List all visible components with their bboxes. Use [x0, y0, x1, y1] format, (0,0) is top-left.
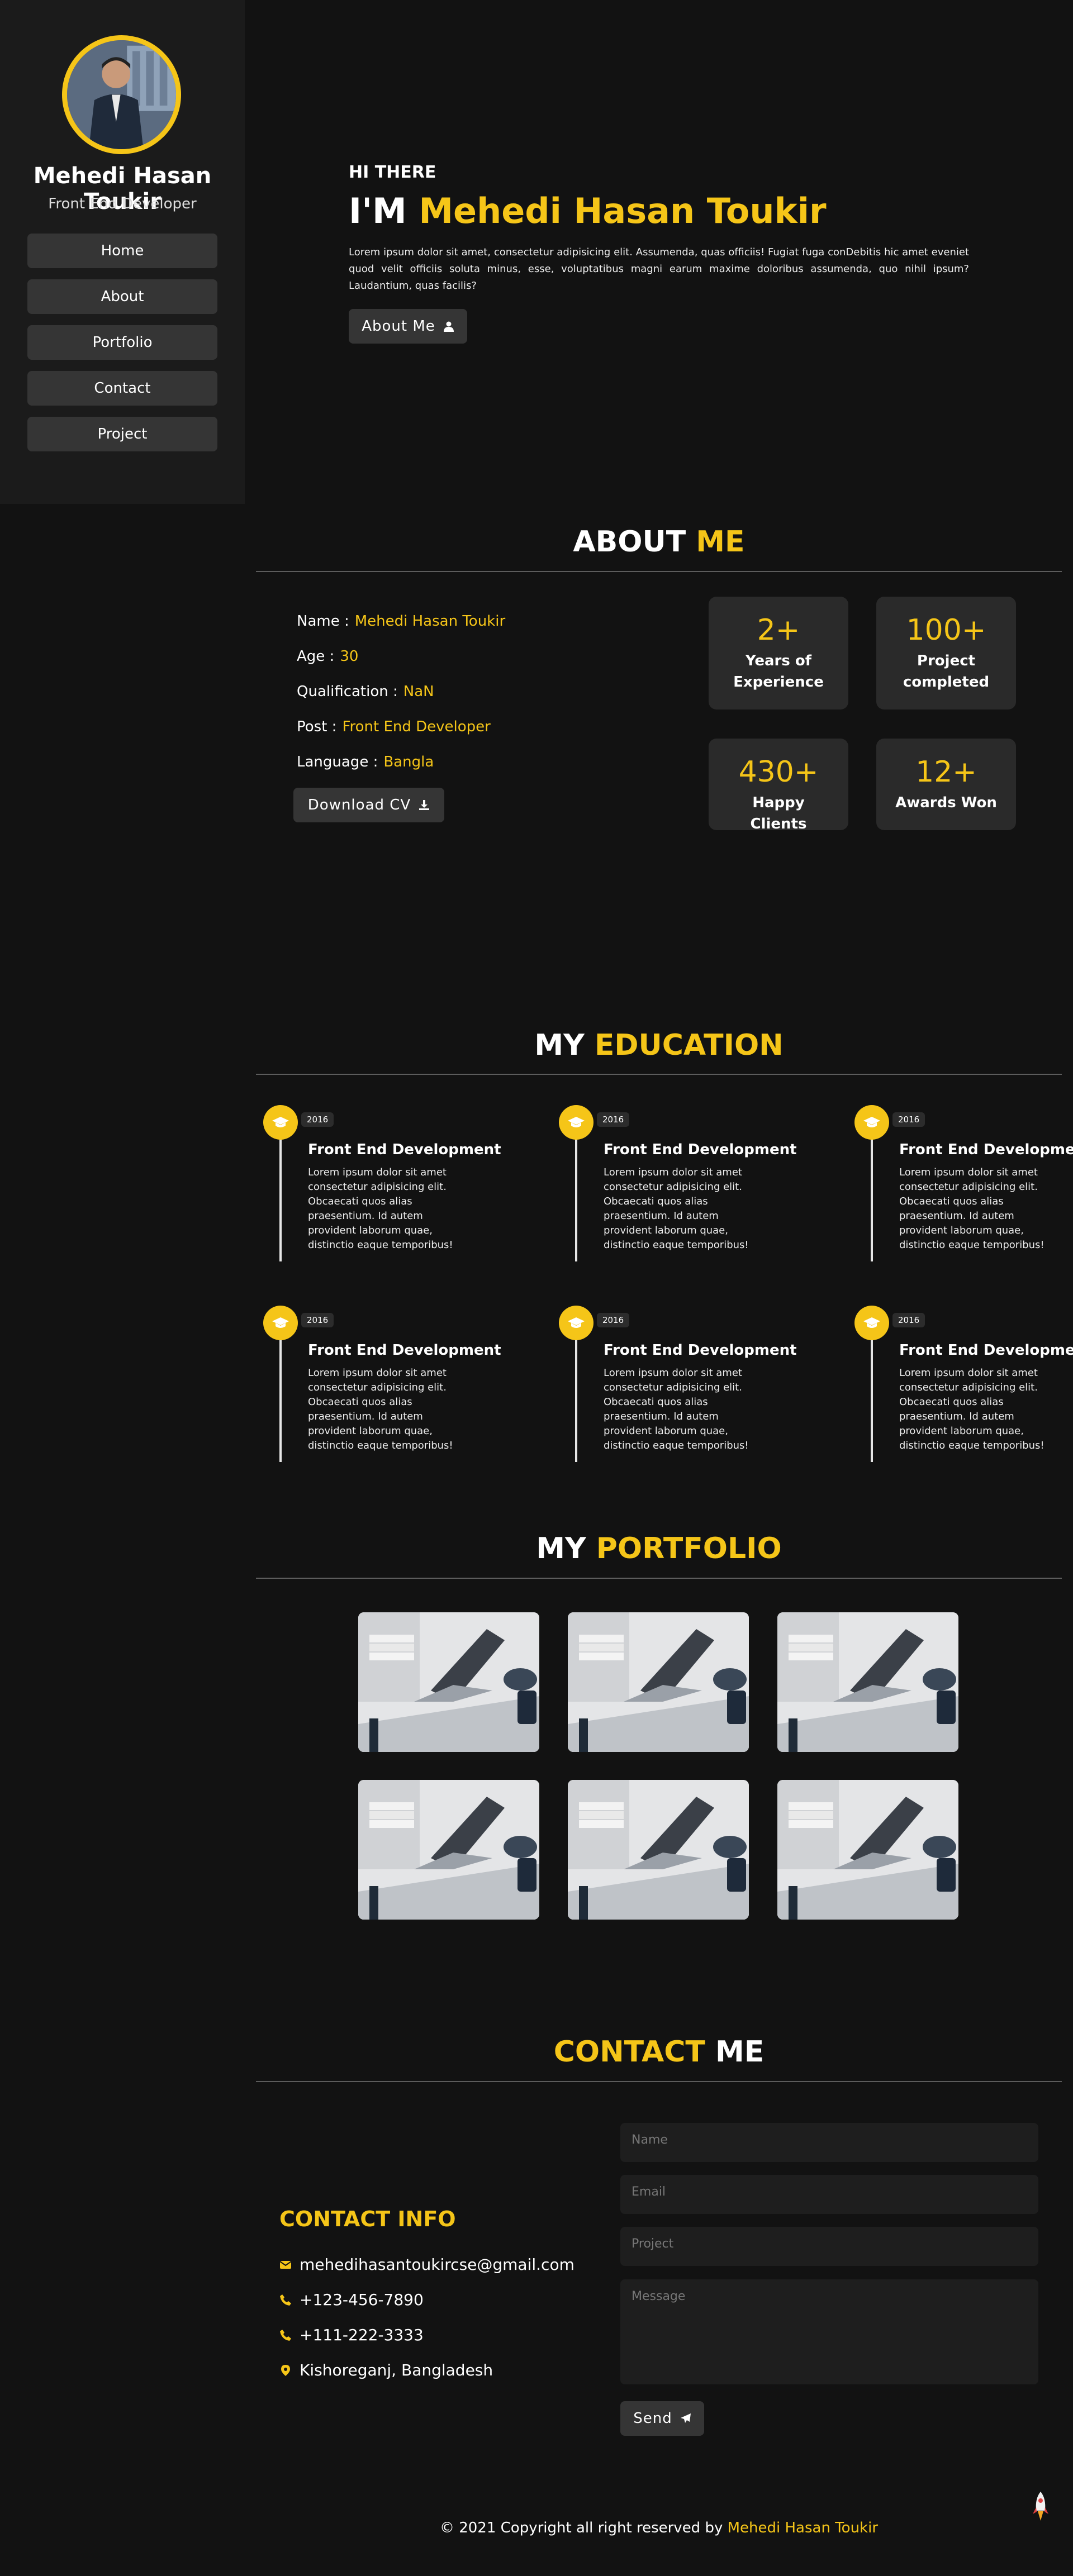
portfolio-heading: MY PORTFOLIO	[536, 1532, 782, 1565]
portfolio-image[interactable]	[568, 1612, 749, 1752]
edu-item: 2016 Front End Development Lorem ipsum d…	[847, 1105, 1073, 1261]
graduation-cap-icon	[272, 1317, 289, 1328]
info-age: Age :30	[297, 648, 359, 665]
about-me-label: About Me	[362, 318, 435, 335]
graduation-cap-icon	[568, 1317, 585, 1328]
stat-experience: 2+ Years of Experience	[709, 597, 848, 710]
contact-phone-2[interactable]: +111-222-3333	[279, 2326, 424, 2344]
send-label: Send	[633, 2410, 672, 2427]
nav-home-button[interactable]: Home	[27, 234, 217, 268]
stat-projects: 100+ Project completed	[876, 597, 1016, 710]
stat-awards: 12+ Awards Won	[876, 739, 1016, 830]
graduation-cap-icon	[568, 1117, 585, 1127]
education-heading: MY EDUCATION	[534, 1029, 784, 1062]
phone-icon	[280, 2294, 291, 2306]
envelope-icon	[279, 2260, 292, 2269]
email-input[interactable]: Email	[620, 2175, 1038, 2214]
paper-plane-icon	[680, 2413, 691, 2423]
graduation-cap-icon	[863, 1317, 880, 1328]
send-button[interactable]: Send	[620, 2401, 704, 2436]
nav-project-button[interactable]: Project	[27, 417, 217, 451]
rocket-icon[interactable]	[1032, 2491, 1050, 2524]
hero-im: I'M	[349, 191, 407, 231]
nav-portfolio-button[interactable]: Portfolio	[27, 325, 217, 360]
contact-phone-1[interactable]: +123-456-7890	[279, 2291, 424, 2309]
contact-info-title: CONTACT INFO	[279, 2207, 456, 2231]
user-icon	[443, 321, 454, 332]
stat-clients: 430+ Happy Clients	[709, 739, 848, 832]
contact-heading: CONTACT ME	[553, 2035, 765, 2069]
about-heading: ABOUT ME	[573, 525, 745, 559]
info-post: Post : Front End Developer	[297, 718, 491, 735]
project-input[interactable]: Project	[620, 2227, 1038, 2266]
hero-title: I'M Mehedi Hasan Toukir	[349, 191, 827, 231]
about-me-button[interactable]: About Me	[349, 309, 467, 344]
portfolio-image[interactable]	[777, 1780, 958, 1920]
info-qualification: Qualification : NaN	[297, 683, 434, 700]
info-language: Language : Bangla	[297, 754, 434, 770]
edu-item: 2016 Front End Development Lorem ipsum d…	[256, 1105, 530, 1261]
portfolio-image[interactable]	[777, 1612, 958, 1752]
map-marker-icon	[281, 2364, 290, 2376]
sidebar-role: Front End Developer	[48, 196, 197, 212]
download-cv-button[interactable]: Download CV	[293, 788, 444, 822]
portfolio-image[interactable]	[358, 1612, 539, 1752]
nav-contact-button[interactable]: Contact	[27, 371, 217, 406]
avatar	[62, 35, 181, 154]
hero-text: Lorem ipsum dolor sit amet, consectetur …	[349, 246, 969, 292]
edu-item: 2016 Front End Development Lorem ipsum d…	[256, 1306, 530, 1462]
edu-item: 2016 Front End Development Lorem ipsum d…	[552, 1306, 825, 1462]
contact-email[interactable]: mehedihasantoukircse@gmail.com	[279, 2255, 575, 2274]
graduation-cap-icon	[863, 1117, 880, 1127]
about-divider	[256, 571, 1062, 572]
graduation-cap-icon	[272, 1117, 289, 1127]
info-name: Name : Mehedi Hasan Toukir	[297, 613, 506, 630]
sidebar: Mehedi Hasan Toukir Front End Developer …	[0, 0, 245, 504]
education-divider	[256, 1074, 1062, 1075]
contact-divider	[256, 2081, 1062, 2082]
download-icon	[419, 800, 430, 810]
name-input[interactable]: Name	[620, 2123, 1038, 2162]
footer: © 2021 Copyright all right reserved by M…	[439, 2520, 879, 2536]
portfolio-image[interactable]	[568, 1780, 749, 1920]
nav-about-button[interactable]: About	[27, 279, 217, 314]
hero-greeting: HI THERE	[349, 163, 436, 182]
message-textarea[interactable]: Message	[620, 2279, 1038, 2384]
phone-icon	[280, 2329, 291, 2341]
download-cv-label: Download CV	[307, 797, 411, 813]
portfolio-divider	[256, 1578, 1062, 1579]
contact-address: Kishoreganj, Bangladesh	[279, 2361, 493, 2379]
hero-name: Mehedi Hasan Toukir	[419, 191, 827, 231]
portfolio-image[interactable]	[358, 1780, 539, 1920]
edu-item: 2016 Front End Development Lorem ipsum d…	[847, 1306, 1073, 1462]
edu-item: 2016 Front End Development Lorem ipsum d…	[552, 1105, 825, 1261]
